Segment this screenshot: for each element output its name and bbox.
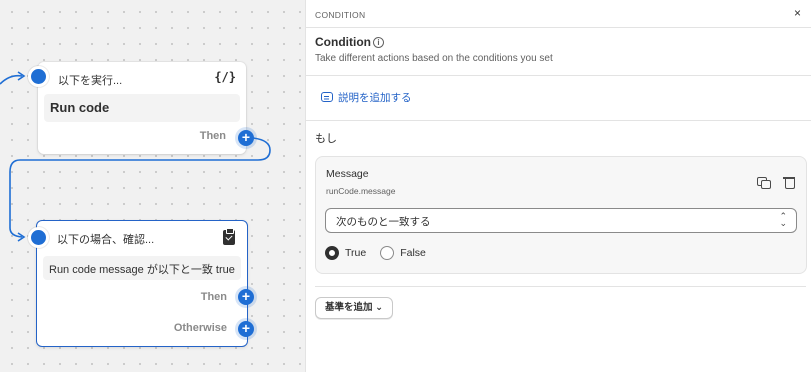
info-icon[interactable]: i — [373, 37, 384, 48]
panel-section-label: CONDITION — [315, 10, 366, 20]
condition-step-card[interactable]: 以下の場合、確認... Run code message が以下と一致 true… — [36, 220, 248, 347]
condition-settings-panel: CONDITION × Condition i Take different a… — [305, 0, 811, 372]
divider — [306, 75, 811, 76]
add-description-link[interactable]: 説明を追加する — [321, 90, 412, 105]
run-code-input-connector[interactable] — [31, 69, 46, 84]
criterion-field-path: runCode.message — [326, 186, 396, 196]
step-header: 以下を実行... — [58, 75, 123, 87]
divider — [306, 27, 811, 28]
criterion-field-name: Message — [326, 168, 369, 180]
add-then-step-button[interactable]: + — [238, 130, 254, 146]
comment-icon — [321, 92, 333, 102]
then-output-label: Then — [199, 130, 226, 142]
panel-title: Condition — [315, 35, 371, 49]
divider — [315, 286, 806, 287]
add-criteria-label: 基準を追加 — [325, 302, 373, 313]
run-code-step-card[interactable]: 以下を実行... {/} Run code Then — [38, 62, 246, 154]
if-label: もし — [315, 133, 337, 145]
false-radio[interactable] — [380, 246, 395, 260]
chevron-down-icon: ⌄ — [375, 302, 384, 313]
false-radio-label[interactable]: False — [400, 247, 426, 259]
otherwise-output-label: Otherwise — [173, 322, 227, 334]
step-content: Run code — [44, 94, 240, 122]
operator-select-value: 次のものと一致する — [336, 216, 431, 228]
step-header: 以下の場合、確認... — [57, 234, 155, 246]
clipboard-check-icon — [223, 228, 235, 245]
add-description-label: 説明を追加する — [338, 92, 412, 104]
step-content: Run code message が以下と一致 true — [43, 256, 241, 280]
add-criteria-button[interactable]: 基準を追加 ⌄ — [315, 297, 394, 319]
condition-criterion: Message runCode.message 次のものと一致する ⌃ ⌄ Tru… — [315, 156, 807, 274]
code-icon: {/} — [214, 70, 236, 84]
condition-input-connector[interactable] — [31, 230, 46, 245]
trash-icon[interactable] — [782, 175, 796, 189]
operator-select[interactable]: 次のものと一致する ⌃ ⌄ — [325, 208, 797, 233]
then-output-label: Then — [200, 291, 227, 303]
select-chevron-icon: ⌃ ⌄ — [779, 211, 787, 228]
add-otherwise-step-button[interactable]: + — [238, 321, 254, 337]
value-radio-group: True False — [325, 246, 440, 260]
swap-icon[interactable] — [756, 175, 771, 189]
true-radio-label[interactable]: True — [345, 247, 366, 259]
close-icon[interactable]: × — [794, 6, 801, 20]
add-then-step-button[interactable]: + — [238, 289, 254, 305]
divider — [306, 120, 811, 121]
workflow-canvas[interactable]: 以下を実行... {/} Run code Then + 以下の場合、確認...… — [0, 0, 305, 372]
panel-subtitle: Take different actions based on the cond… — [315, 53, 553, 64]
true-radio[interactable] — [325, 246, 339, 260]
